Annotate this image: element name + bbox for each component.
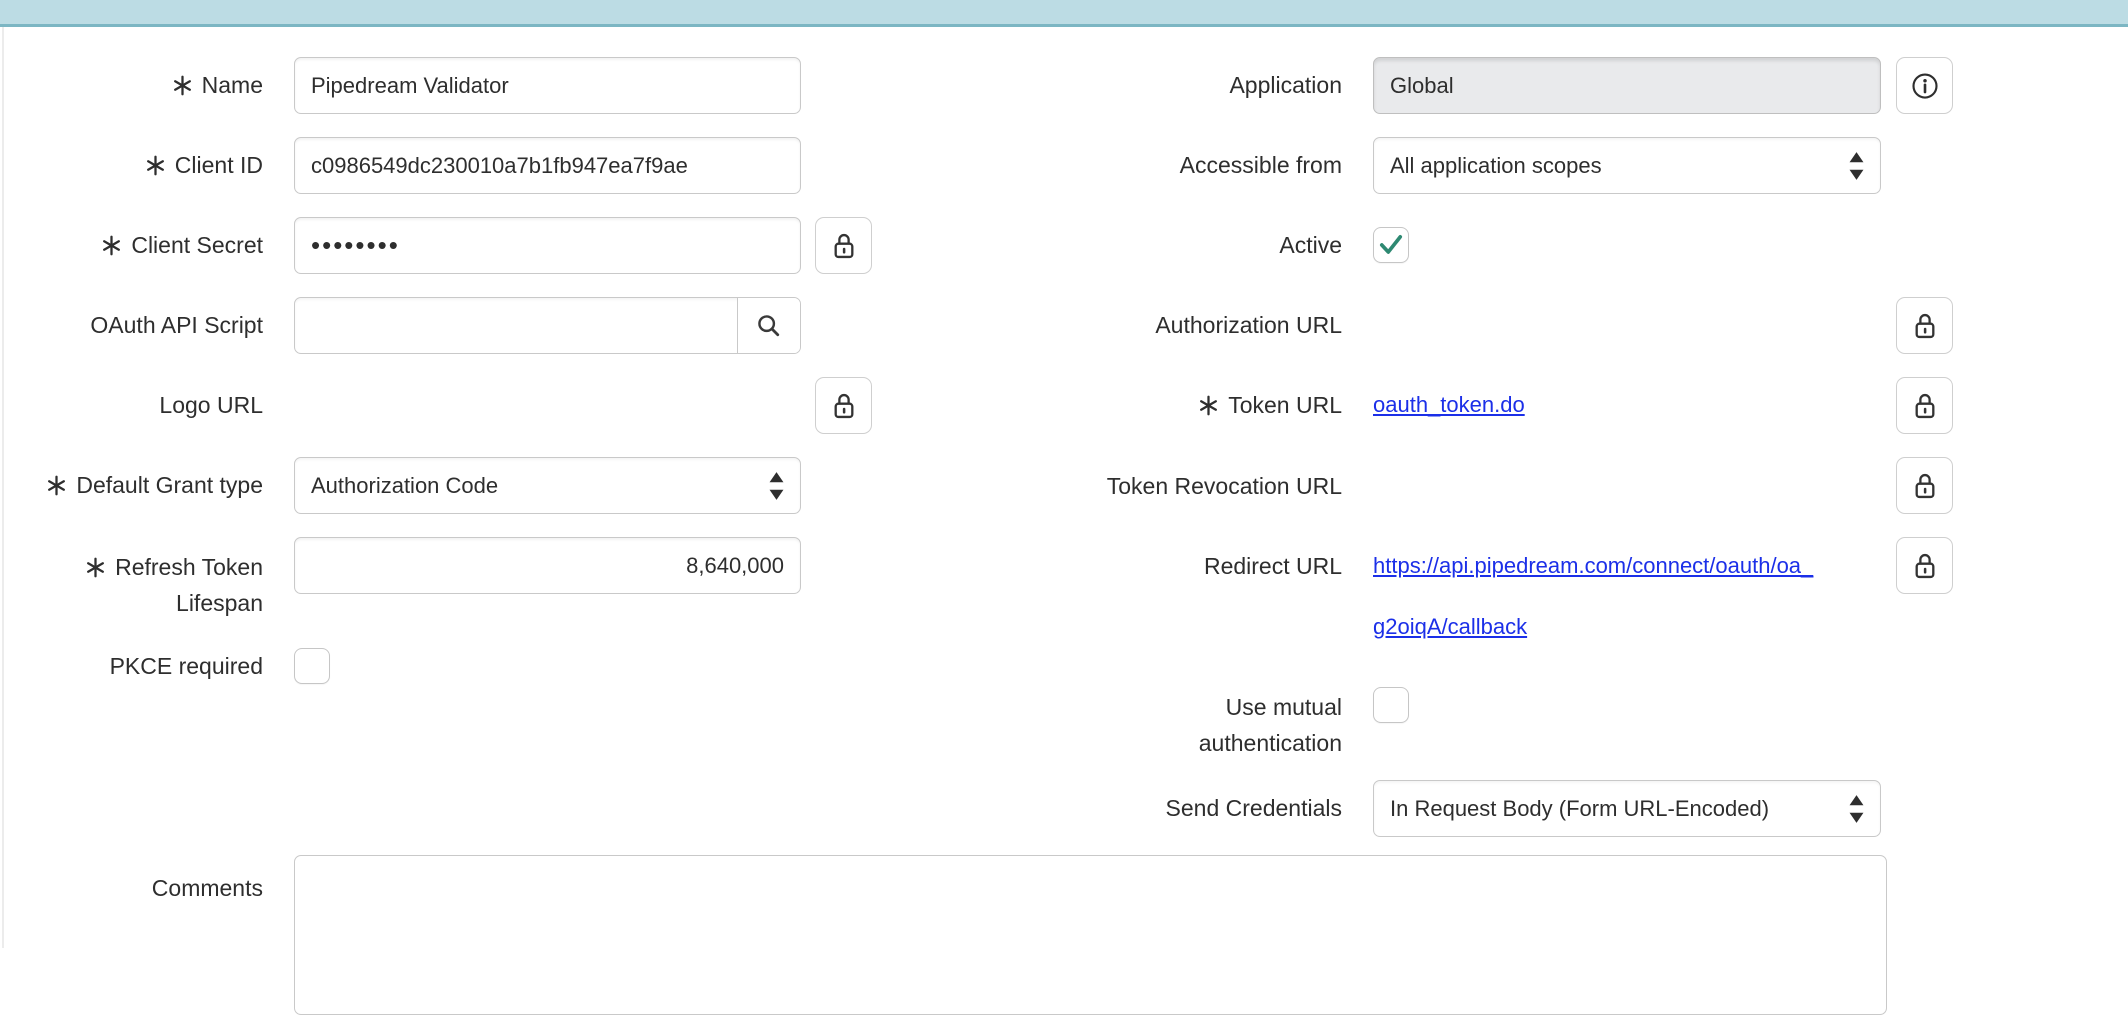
comments-label: Comments [0,875,263,901]
authorization-url-label-text: Authorization URL [1155,312,1342,338]
lock-icon [1911,551,1939,581]
client-id-label-text: Client ID [175,152,263,178]
token-url-lock-button[interactable] [1896,377,1953,434]
client-id-input[interactable] [294,137,801,194]
info-icon [1910,71,1940,101]
token-url-label: Token URL [1020,392,1342,418]
required-asterisk-icon [101,235,122,256]
authorization-url-lock-button[interactable] [1896,297,1953,354]
application-label: Application [1020,72,1342,98]
accessible-from-label-text: Accessible from [1180,152,1342,178]
required-asterisk-icon [145,155,166,176]
name-label: Name [0,72,263,98]
pkce-required-checkbox[interactable] [294,648,330,684]
client-id-label: Client ID [0,152,263,178]
default-grant-type-select[interactable]: Authorization Code [294,457,801,514]
lock-icon [1911,391,1939,421]
accessible-from-select[interactable]: All application scopes [1373,137,1881,194]
refresh-token-lifespan-label-line2: Lifespan [176,590,263,616]
oauth-api-script-input[interactable] [295,298,737,353]
required-asterisk-icon [46,475,67,496]
required-asterisk-icon [85,557,106,578]
active-label-text: Active [1279,232,1342,258]
default-grant-type-label-text: Default Grant type [76,472,263,498]
client-secret-label: Client Secret [0,232,263,258]
search-icon [755,312,783,340]
comments-textarea[interactable] [294,855,1887,1015]
redirect-url-link-line1[interactable]: https://api.pipedream.com/connect/oauth/… [1373,553,1813,579]
client-secret-label-text: Client Secret [131,232,263,258]
checkmark-icon [1378,233,1404,257]
token-revocation-url-lock-button[interactable] [1896,457,1953,514]
send-credentials-value: In Request Body (Form URL-Encoded) [1390,796,1849,822]
application-info-button[interactable] [1896,57,1953,114]
redirect-url-label: Redirect URL [1020,553,1342,579]
form-header-bar [0,0,2128,27]
lock-icon [1911,471,1939,501]
updown-arrows-icon [1849,152,1864,180]
refresh-token-lifespan-input[interactable] [294,537,801,594]
required-asterisk-icon [1198,395,1219,416]
lock-icon [830,391,858,421]
oauth-api-script-label-text: OAuth API Script [90,312,263,338]
use-mutual-authentication-label-line2: authentication [1199,730,1342,756]
active-label: Active [1020,232,1342,258]
redirect-url-link-line2[interactable]: g2oiqA/callback [1373,614,1527,640]
application-label-text: Application [1229,72,1342,98]
use-mutual-authentication-checkbox[interactable] [1373,687,1409,723]
default-grant-type-value: Authorization Code [311,473,769,499]
active-checkbox[interactable] [1373,227,1409,263]
pkce-required-label-text: PKCE required [110,653,263,679]
required-asterisk-icon [172,75,193,96]
client-secret-input[interactable] [294,217,801,274]
comments-label-text: Comments [152,875,263,901]
accessible-from-label: Accessible from [1020,152,1342,178]
name-label-text: Name [202,72,263,98]
oauth-api-script-reference-field [294,297,801,354]
oauth-api-script-lookup-button[interactable] [737,298,800,353]
token-url-label-text: Token URL [1228,392,1342,418]
token-url-link[interactable]: oauth_token.do [1373,392,1525,418]
lock-icon [1911,311,1939,341]
logo-url-label-text: Logo URL [159,392,263,418]
name-input[interactable] [294,57,801,114]
refresh-token-lifespan-label: Refresh Token Lifespan [0,549,263,621]
send-credentials-select[interactable]: In Request Body (Form URL-Encoded) [1373,780,1881,837]
refresh-token-lifespan-label-line1: Refresh Token [115,554,263,580]
logo-url-lock-button[interactable] [815,377,872,434]
updown-arrows-icon [1849,795,1864,823]
updown-arrows-icon [769,472,784,500]
use-mutual-authentication-label: Use mutual authentication [1020,689,1342,761]
default-grant-type-label: Default Grant type [0,472,263,498]
logo-url-label: Logo URL [0,392,263,418]
send-credentials-label: Send Credentials [1020,795,1342,821]
redirect-url-lock-button[interactable] [1896,537,1953,594]
client-secret-lock-button[interactable] [815,217,872,274]
pkce-required-label: PKCE required [0,653,263,679]
token-revocation-url-label: Token Revocation URL [1020,473,1342,499]
lock-icon [830,231,858,261]
oauth-api-script-label: OAuth API Script [0,312,263,338]
redirect-url-label-text: Redirect URL [1204,553,1342,579]
send-credentials-label-text: Send Credentials [1166,795,1342,821]
authorization-url-label: Authorization URL [1020,312,1342,338]
application-input [1373,57,1881,114]
use-mutual-authentication-label-line1: Use mutual [1226,694,1342,720]
accessible-from-value: All application scopes [1390,153,1849,179]
token-revocation-url-label-text: Token Revocation URL [1107,473,1342,499]
